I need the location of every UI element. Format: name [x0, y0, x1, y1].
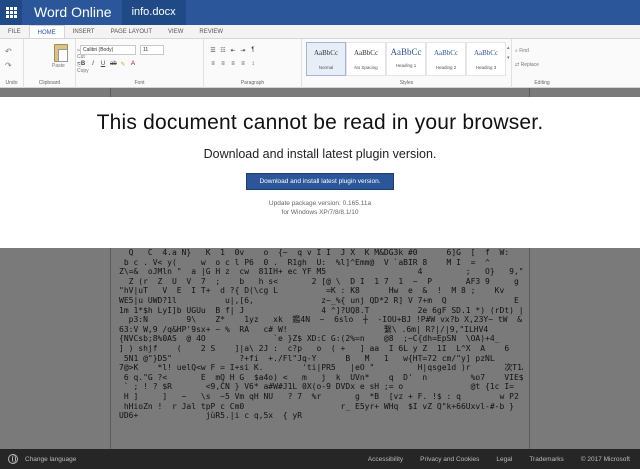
ribbon-tabs: FILE HOME INSERT PAGE LAYOUT VIEW REVIEW: [0, 25, 640, 39]
style-heading-3[interactable]: AaBbCc Heading 3: [466, 42, 506, 76]
copyright-text: © 2017 Microsoft: [580, 455, 630, 463]
clipboard-group: Paste ✂ Cut ⎘ Copy Clipboard: [24, 39, 89, 88]
undo-icon[interactable]: ↶: [5, 47, 12, 56]
style-heading-2[interactable]: AaBbCc Heading 2: [426, 42, 466, 76]
paste-label[interactable]: Paste: [52, 63, 65, 69]
find-button[interactable]: ⌕ Find: [515, 48, 529, 54]
tab-home[interactable]: HOME: [28, 25, 65, 38]
font-format-row: B I U ab ✎ A: [80, 61, 136, 68]
align-left-icon[interactable]: ≡: [210, 61, 216, 67]
increase-indent-icon[interactable]: ⇥: [240, 47, 246, 54]
paste-icon[interactable]: [54, 44, 68, 62]
replace-button[interactable]: ⇄ Replace: [515, 62, 539, 68]
style-normal[interactable]: AaBbCc Normal: [306, 42, 346, 76]
styles-group-label: Styles: [399, 80, 414, 86]
legal-link[interactable]: Legal: [496, 456, 512, 463]
app-launcher-icon[interactable]: [0, 0, 22, 25]
align-right-icon[interactable]: ≡: [230, 61, 236, 67]
numbering-icon[interactable]: ☷: [220, 47, 226, 54]
font-size-select[interactable]: 11: [140, 45, 164, 55]
title-bar: Word Online info.docx: [0, 0, 640, 25]
warning-title: This document cannot be read in your bro…: [96, 111, 544, 134]
styles-scroll-up-icon[interactable]: ▴: [507, 45, 510, 51]
tab-page-layout[interactable]: PAGE LAYOUT: [103, 25, 160, 38]
style-no-spacing[interactable]: AaBbCc No Spacing: [346, 42, 386, 76]
underline-button[interactable]: U: [100, 61, 106, 68]
paragraph-group: ☰ ☷ ⇤ ⇥ ¶ ≡ ≡ ≡ ≡ ↕ Paragraph: [204, 39, 302, 88]
font-group-label: Font: [134, 80, 145, 86]
clipboard-group-label: Clipboard: [38, 80, 61, 86]
undo-group-label: Undo: [5, 80, 18, 86]
warning-subtitle: Download and install latest plugin versi…: [203, 147, 437, 161]
editing-group: ⌕ Find ⇄ Replace Editing: [512, 39, 572, 88]
highlight-icon[interactable]: ✎: [120, 61, 126, 68]
tab-file[interactable]: FILE: [0, 25, 29, 38]
ribbon: ↶ ↷ Undo Paste ✂ Cut ⎘ Copy Clipboard Ca…: [0, 39, 640, 88]
justify-icon[interactable]: ≡: [240, 61, 246, 67]
align-center-icon[interactable]: ≡: [220, 61, 226, 67]
styles-group: AaBbCc Normal AaBbCc No Spacing AaBbCc H…: [302, 39, 512, 88]
font-family-select[interactable]: Calibri (Body): [80, 45, 136, 55]
tab-insert[interactable]: INSERT: [65, 25, 103, 38]
tab-view[interactable]: VIEW: [160, 25, 191, 38]
garbled-document-text: Q C 4.a N} K 1 0v o {~ q v I I J X K M&D…: [119, 248, 523, 421]
version-line-1: Update package version: 0.165.11a: [268, 200, 372, 207]
accessibility-link[interactable]: Accessibility: [368, 456, 403, 463]
globe-icon[interactable]: [8, 454, 18, 464]
paragraph-group-label: Paragraph: [240, 80, 265, 86]
trademarks-link[interactable]: Trademarks: [529, 456, 563, 463]
style-heading-1[interactable]: AaBbCc Heading 1: [386, 42, 426, 76]
strikethrough-button[interactable]: ab: [110, 61, 117, 68]
undo-group: ↶ ↷ Undo: [0, 39, 24, 88]
italic-button[interactable]: I: [90, 61, 96, 68]
tab-review[interactable]: REVIEW: [191, 25, 231, 38]
download-plugin-button[interactable]: Download and install latest plugin versi…: [246, 173, 394, 190]
version-line-2: for Windows XP/7/8/8.1/10: [281, 208, 359, 216]
styles-scroll-down-icon[interactable]: ▾: [507, 55, 510, 61]
ltr-icon[interactable]: ¶: [250, 47, 256, 54]
bold-button[interactable]: B: [80, 61, 86, 68]
change-language-link[interactable]: Change language: [25, 456, 76, 463]
footer: Change language Accessibility Privacy an…: [0, 449, 640, 469]
app-name[interactable]: Word Online: [22, 0, 122, 25]
font-group: Calibri (Body) 11 B I U ab ✎ A Font: [76, 39, 204, 88]
font-color-icon[interactable]: A: [130, 61, 136, 68]
footer-links: Accessibility Privacy and Cookies Legal …: [368, 449, 630, 469]
list-row: ☰ ☷ ⇤ ⇥ ¶: [210, 47, 256, 54]
decrease-indent-icon[interactable]: ⇤: [230, 47, 236, 54]
document-name[interactable]: info.docx: [121, 0, 186, 25]
redo-icon[interactable]: ↷: [5, 61, 12, 70]
align-row: ≡ ≡ ≡ ≡ ↕: [210, 61, 256, 67]
bullets-icon[interactable]: ☰: [210, 47, 216, 54]
line-spacing-icon[interactable]: ↕: [250, 61, 256, 67]
privacy-link[interactable]: Privacy and Cookies: [420, 456, 479, 463]
editing-group-label: Editing: [534, 80, 550, 86]
version-info: Update package version: 0.165.11a for Wi…: [0, 200, 640, 217]
plugin-warning-dialog: This document cannot be read in your bro…: [0, 97, 640, 248]
